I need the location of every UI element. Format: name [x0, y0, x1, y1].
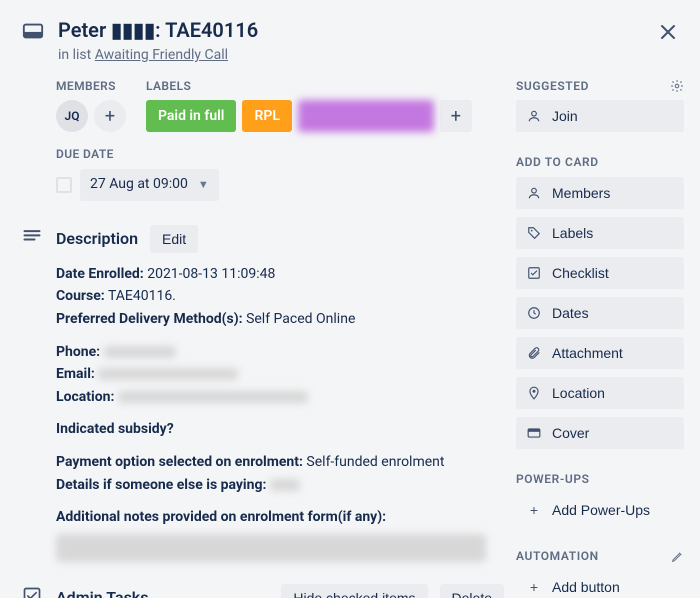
location-label: Location: [552, 385, 605, 401]
cover-icon: [526, 426, 542, 440]
join-label: Join: [552, 108, 578, 124]
description-content[interactable]: Date Enrolled: 2021-08-13 11:09:48 Cours…: [56, 265, 504, 562]
dates-label: Dates: [552, 305, 589, 321]
checklist-title[interactable]: Admin Tasks: [56, 587, 148, 598]
side-column: SUGGESTED Join ADD TO CARD Members Label…: [516, 78, 684, 598]
card-modal: Peter ▮▮▮▮: TAE40116 in list Awaiting Fr…: [0, 0, 700, 598]
edit-description-button[interactable]: Edit: [150, 225, 198, 253]
add-powerups-button[interactable]: + Add Power-Ups: [516, 494, 684, 526]
label-chip[interactable]: RPL: [242, 100, 291, 132]
automation-edit-button[interactable]: [671, 550, 684, 563]
card-in-list: in list Awaiting Friendly Call: [58, 46, 648, 66]
due-date-block: DUE DATE 27 Aug at 09:00 ▼: [56, 146, 504, 200]
desc-value: Self Paced Online: [246, 311, 355, 327]
cover-label: Cover: [552, 425, 589, 441]
desc-label: Payment option selected on enrolment:: [56, 454, 303, 470]
close-button[interactable]: [652, 16, 684, 48]
card-title[interactable]: Peter ▮▮▮▮: TAE40116: [58, 16, 648, 44]
description-section: Description Edit Date Enrolled: 2021-08-…: [22, 225, 504, 562]
add-member-button[interactable]: +: [94, 100, 126, 132]
due-date-button[interactable]: 27 Aug at 09:00 ▼: [80, 169, 219, 201]
card-title-block: Peter ▮▮▮▮: TAE40116 in list Awaiting Fr…: [58, 16, 648, 66]
main-column: MEMBERS JQ + LABELS Paid in full RPL +: [22, 78, 504, 598]
checklist-button[interactable]: Checklist: [516, 257, 684, 289]
description-icon: [22, 227, 42, 562]
location-icon: [526, 386, 542, 400]
gear-icon: [670, 79, 684, 93]
add-label-button[interactable]: +: [440, 100, 472, 132]
attachment-button[interactable]: Attachment: [516, 337, 684, 369]
labels-label: Labels: [552, 225, 593, 241]
desc-label: Additional notes provided on enrolment f…: [56, 509, 386, 525]
card-header: Peter ▮▮▮▮: TAE40116 in list Awaiting Fr…: [0, 16, 700, 66]
add-powerups-label: Add Power-Ups: [552, 502, 650, 518]
checklist-label: Checklist: [552, 265, 609, 281]
due-heading: DUE DATE: [56, 146, 504, 163]
user-icon: [526, 186, 542, 200]
side-heading-add: ADD TO CARD: [516, 154, 684, 171]
user-icon: [526, 109, 542, 123]
plus-icon: +: [526, 502, 542, 518]
desc-label: Date Enrolled:: [56, 266, 144, 282]
close-icon: [660, 24, 676, 40]
suggested-settings-button[interactable]: [670, 79, 684, 93]
attachment-label: Attachment: [552, 345, 623, 361]
members-block: MEMBERS JQ +: [56, 78, 126, 133]
list-name-link[interactable]: Awaiting Friendly Call: [95, 47, 228, 63]
desc-label: Course:: [56, 288, 105, 304]
checklist-section: Admin Tasks Hide checked items Delete: [22, 584, 504, 598]
add-button-button[interactable]: + Add button: [516, 571, 684, 598]
labels-button[interactable]: Labels: [516, 217, 684, 249]
add-button-label: Add button: [552, 579, 620, 595]
desc-label: Preferred Delivery Method(s):: [56, 311, 243, 327]
checklist-icon: [526, 266, 542, 280]
labels-block: LABELS Paid in full RPL +: [146, 78, 472, 133]
desc-value: 2021-08-13 11:09:48: [147, 266, 275, 282]
description-title: Description: [56, 228, 138, 250]
hide-checked-button[interactable]: Hide checked items: [281, 584, 427, 598]
labels-heading: LABELS: [146, 78, 472, 95]
dates-button[interactable]: Dates: [516, 297, 684, 329]
label-chip[interactable]: [298, 100, 434, 132]
desc-label: Location:: [56, 389, 114, 405]
desc-value: Self-funded enrolment: [306, 454, 444, 470]
paperclip-icon: [526, 346, 542, 360]
side-heading-suggested: SUGGESTED: [516, 78, 589, 95]
clock-icon: [526, 306, 542, 320]
members-label: Members: [552, 185, 610, 201]
side-heading-automation: AUTOMATION: [516, 548, 599, 565]
member-avatar[interactable]: JQ: [56, 100, 88, 132]
label-chip[interactable]: Paid in full: [146, 100, 236, 132]
desc-value: TAE40116.: [108, 288, 176, 304]
chevron-down-icon: ▼: [198, 177, 209, 192]
members-heading: MEMBERS: [56, 78, 126, 95]
desc-label: Details if someone else is paying:: [56, 477, 266, 493]
due-date-text: 27 Aug at 09:00: [90, 175, 188, 195]
card-icon: [22, 20, 44, 42]
desc-label: Indicated subsidy?: [56, 421, 174, 437]
tag-icon: [526, 226, 542, 240]
checklist-icon: [22, 586, 42, 598]
pencil-icon: [671, 550, 684, 563]
join-button[interactable]: Join: [516, 100, 684, 132]
delete-checklist-button[interactable]: Delete: [440, 584, 504, 598]
desc-label: Phone:: [56, 344, 100, 360]
location-button[interactable]: Location: [516, 377, 684, 409]
due-checkbox[interactable]: [56, 177, 72, 193]
members-button[interactable]: Members: [516, 177, 684, 209]
in-list-prefix: in list: [58, 47, 95, 63]
cover-button[interactable]: Cover: [516, 417, 684, 449]
plus-icon: +: [526, 579, 542, 595]
side-heading-powerups: POWER-UPS: [516, 471, 684, 488]
desc-label: Email:: [56, 366, 95, 382]
